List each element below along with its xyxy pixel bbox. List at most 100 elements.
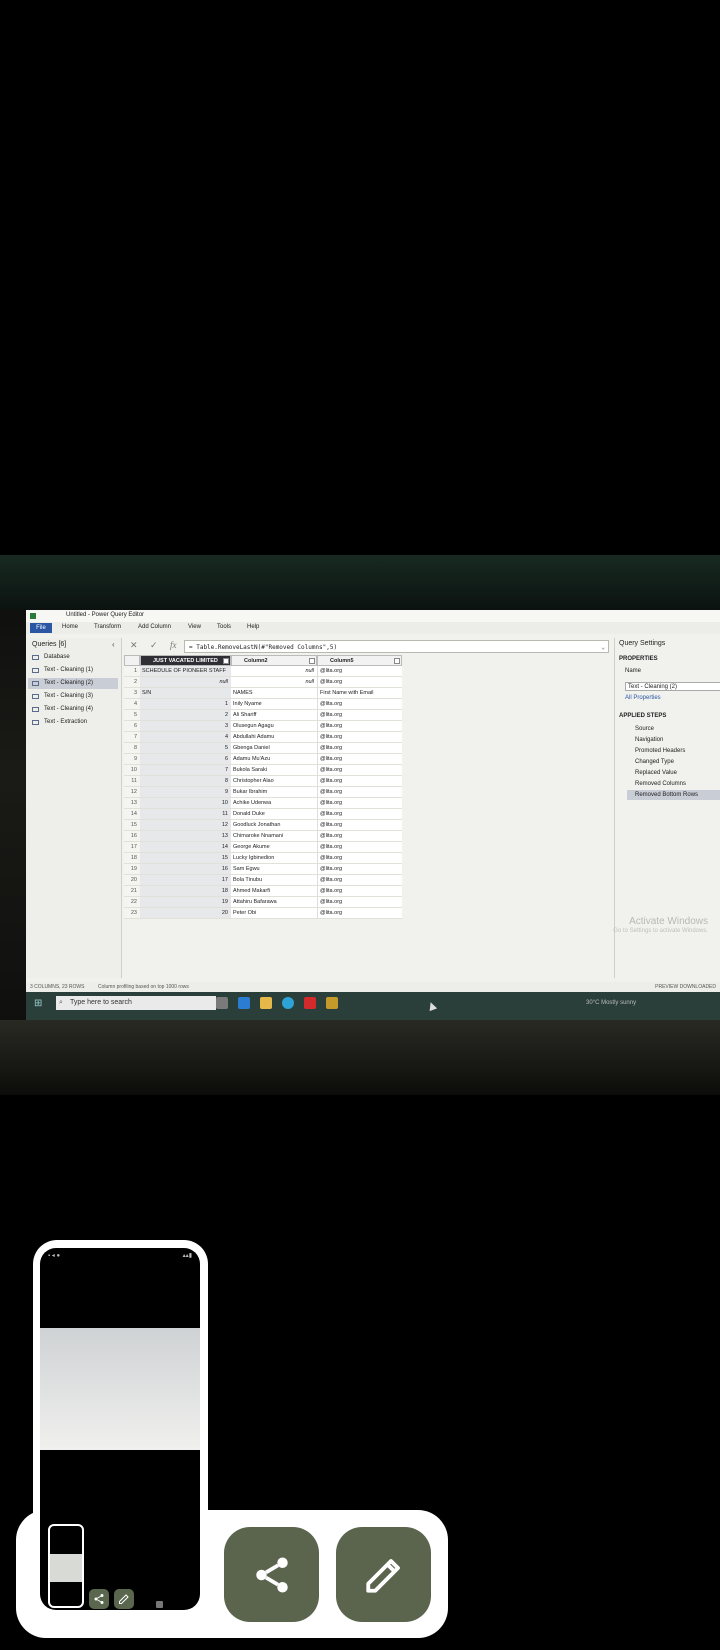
table-cell[interactable]: Christopher Alao [231,776,317,787]
table-cell[interactable]: 7 [124,732,140,743]
table-row[interactable]: 14 11 Donald Duke @lita.org [124,809,402,820]
table-cell[interactable]: 14 [124,809,140,820]
table-cell[interactable]: @lita.org [317,820,402,831]
table-cell[interactable]: Abdullahi Adamu [231,732,317,743]
taskbar-search-input[interactable]: ⌕ Type here to search [56,996,216,1010]
mini-edit-button[interactable] [114,1589,134,1609]
table-cell[interactable]: 15 [124,820,140,831]
column-header-5[interactable]: Column5 [317,655,402,666]
table-row[interactable]: 21 18 Ahmed Makarfi @lita.org [124,886,402,897]
step-changed-type[interactable]: Changed Type [635,757,720,767]
youtube-icon[interactable] [304,997,316,1009]
cancel-formula-icon[interactable]: ✕ [130,640,138,651]
table-cell[interactable]: Donald Duke [231,809,317,820]
table-row[interactable]: 7 4 Abdullahi Adamu @lita.org [124,732,402,743]
table-cell[interactable]: Achike Udenwa [231,798,317,809]
chevron-down-icon[interactable]: ⌄ [601,641,605,654]
table-cell[interactable]: 3 [140,721,231,732]
table-cell[interactable]: NAMES [231,688,317,699]
table-cell[interactable]: @lita.org [317,732,402,743]
table-cell[interactable]: Attahiru Bafarawa [231,897,317,908]
table-cell[interactable]: 11 [124,776,140,787]
table-cell[interactable]: 12 [124,787,140,798]
table-cell[interactable]: @lita.org [317,666,402,677]
table-cell[interactable]: 21 [124,886,140,897]
table-row[interactable]: 17 14 George Akume @lita.org [124,842,402,853]
table-cell[interactable]: 1 [140,699,231,710]
table-row[interactable]: 19 16 Sam Egwu @lita.org [124,864,402,875]
table-cell[interactable]: Ali Shariff [231,710,317,721]
tab-help[interactable]: Help [247,624,259,630]
table-cell[interactable]: 9 [140,787,231,798]
status-profiling[interactable]: Column profiling based on top 1000 rows [98,982,189,992]
table-cell[interactable]: 20 [124,875,140,886]
tab-transform[interactable]: Transform [94,624,121,630]
table-cell[interactable]: 18 [124,853,140,864]
table-row[interactable]: 11 8 Christopher Alao @lita.org [124,776,402,787]
table-cell[interactable]: Adamu Mu'Azu [231,754,317,765]
table-cell[interactable]: 4 [140,732,231,743]
table-cell[interactable]: Bola Tinubu [231,875,317,886]
table-cell[interactable]: 17 [124,842,140,853]
column-filter-icon[interactable] [223,658,229,664]
table-cell[interactable]: 3 [124,688,140,699]
task-view-icon[interactable] [216,997,228,1009]
table-menu-icon[interactable] [124,655,140,666]
table-row[interactable]: 13 10 Achike Udenwa @lita.org [124,798,402,809]
table-row[interactable]: 4 1 Inily Nyame @lita.org [124,699,402,710]
table-row[interactable]: 6 3 Olusegun Agagu @lita.org [124,721,402,732]
table-row[interactable]: 18 15 Lucky Igbinedion @lita.org [124,853,402,864]
query-item-cleaning-1[interactable]: Text - Cleaning (1) [28,665,118,676]
table-cell[interactable]: 13 [140,831,231,842]
table-cell[interactable]: 16 [140,864,231,875]
table-row[interactable]: 22 19 Attahiru Bafarawa @lita.org [124,897,402,908]
step-promoted-headers[interactable]: Promoted Headers [635,746,720,756]
step-replaced-value[interactable]: Replaced Value [635,768,720,778]
table-cell[interactable]: Bukar Ibrahim [231,787,317,798]
column-filter-icon[interactable] [394,658,400,664]
table-row[interactable]: 1 SCHEDULE OF PIONEER STAFF null @lita.org [124,666,402,677]
table-cell[interactable]: Bukola Saraki [231,765,317,776]
formula-input[interactable]: = Table.RemoveLastN(#"Removed Columns",5… [184,640,609,653]
table-cell[interactable]: @lita.org [317,809,402,820]
table-row[interactable]: 9 6 Adamu Mu'Azu @lita.org [124,754,402,765]
table-cell[interactable]: @lita.org [317,853,402,864]
table-cell[interactable]: Olusegun Agagu [231,721,317,732]
step-source[interactable]: Source [635,724,720,734]
query-item-cleaning-4[interactable]: Text - Cleaning (4) [28,704,118,715]
table-cell[interactable]: 1 [124,666,140,677]
table-cell[interactable]: Sam Egwu [231,864,317,875]
table-cell[interactable]: @lita.org [317,886,402,897]
table-cell[interactable]: 23 [124,908,140,919]
table-cell[interactable]: 11 [140,809,231,820]
table-row[interactable]: 3 S/N NAMES First Name with Email [124,688,402,699]
table-cell[interactable]: 17 [140,875,231,886]
windows-start-icon[interactable]: ⊞ [34,998,42,1009]
table-cell[interactable]: 7 [140,765,231,776]
table-cell[interactable]: 8 [124,743,140,754]
all-properties-link[interactable]: All Properties [625,695,661,701]
table-cell[interactable]: 19 [124,864,140,875]
commit-formula-icon[interactable]: ✓ [150,640,158,651]
step-navigation[interactable]: Navigation [635,735,720,745]
table-cell[interactable]: 4 [124,699,140,710]
table-cell[interactable]: 6 [140,754,231,765]
table-cell[interactable]: Gbenga Daniel [231,743,317,754]
table-cell[interactable]: 14 [140,842,231,853]
share-button[interactable] [224,1527,319,1622]
table-cell[interactable]: 22 [124,897,140,908]
table-cell[interactable]: Inily Nyame [231,699,317,710]
table-cell[interactable]: Ahmed Makarfi [231,886,317,897]
mini-share-button[interactable] [89,1589,109,1609]
table-cell[interactable]: null [231,666,317,677]
edit-button[interactable] [336,1527,431,1622]
table-cell[interactable]: @lita.org [317,842,402,853]
table-row[interactable]: 20 17 Bola Tinubu @lita.org [124,875,402,886]
table-row[interactable]: 15 12 Goodluck Jonathan @lita.org [124,820,402,831]
tab-home[interactable]: Home [62,624,78,630]
table-cell[interactable]: @lita.org [317,677,402,688]
table-cell[interactable]: Chimaroke Nnamani [231,831,317,842]
table-cell[interactable]: 5 [124,710,140,721]
table-row[interactable]: 10 7 Bukola Saraki @lita.org [124,765,402,776]
table-cell[interactable]: 10 [140,798,231,809]
